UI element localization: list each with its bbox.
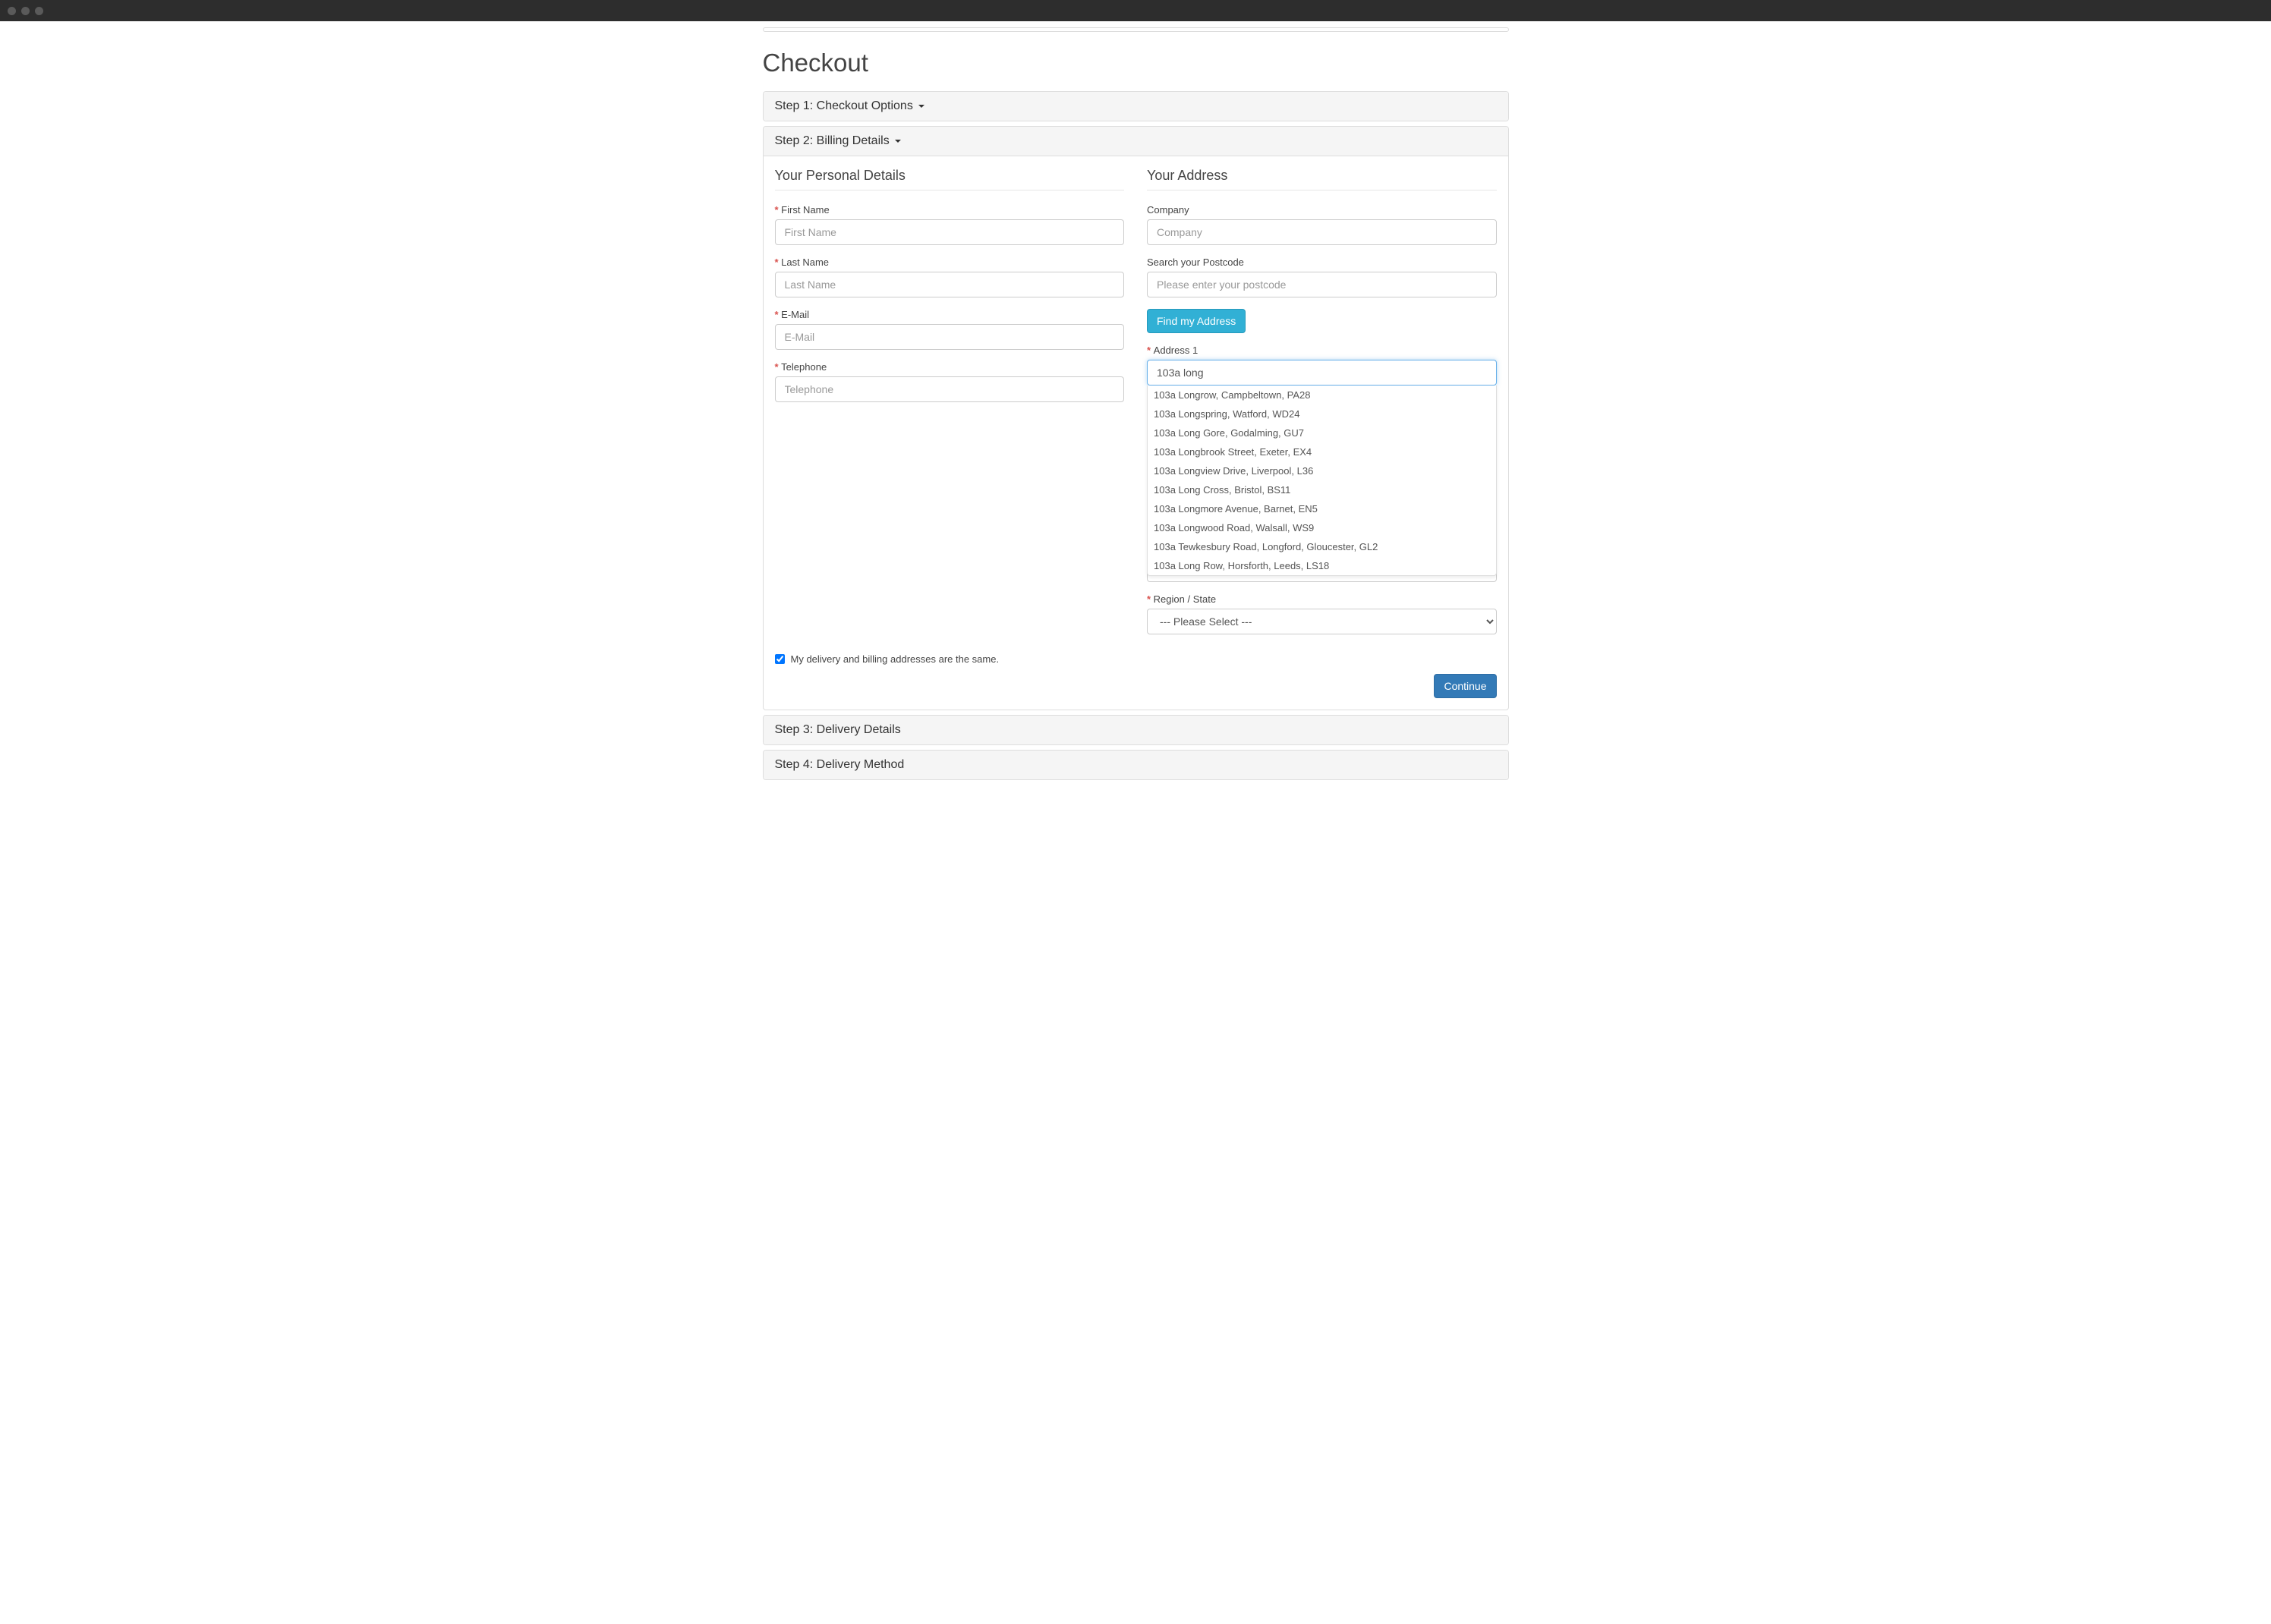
address-legend: Your Address: [1147, 168, 1497, 190]
continue-button[interactable]: Continue: [1434, 674, 1496, 698]
telephone-label: Telephone: [775, 361, 1125, 373]
autocomplete-item[interactable]: 103a Longview Drive, Liverpool, L36: [1148, 461, 1496, 480]
page-title: Checkout: [763, 49, 1509, 77]
step-2-label: Step 2: Billing Details: [775, 134, 890, 147]
region-select[interactable]: --- Please Select ---: [1147, 609, 1497, 634]
step-1-heading[interactable]: Step 1: Checkout Options: [764, 92, 1508, 121]
step-2-panel: Step 2: Billing Details Your Personal De…: [763, 126, 1509, 710]
same-address-label: My delivery and billing addresses are th…: [791, 653, 1000, 665]
step-3-label: Step 3: Delivery Details: [775, 723, 901, 736]
autocomplete-item[interactable]: 103a Longrow, Campbeltown, PA28: [1148, 386, 1496, 404]
step-1-label: Step 1: Checkout Options: [775, 99, 913, 112]
window-titlebar: [0, 0, 2271, 21]
autocomplete-item[interactable]: 103a Long Row, Horsforth, Leeds, LS18: [1148, 556, 1496, 575]
personal-details-legend: Your Personal Details: [775, 168, 1125, 190]
company-label: Company: [1147, 204, 1497, 216]
chevron-down-icon: [918, 105, 924, 108]
first-name-label: First Name: [775, 204, 1125, 216]
address-autocomplete: 103a Longrow, Campbeltown, PA28103a Long…: [1147, 386, 1497, 576]
postcode-search-label: Search your Postcode: [1147, 257, 1497, 268]
first-name-input[interactable]: [775, 219, 1125, 245]
autocomplete-item[interactable]: 103a Long Cross, Bristol, BS11: [1148, 480, 1496, 499]
step-1-panel: Step 1: Checkout Options: [763, 91, 1509, 121]
last-name-label: Last Name: [775, 257, 1125, 268]
autocomplete-item[interactable]: 103a Long Gore, Godalming, GU7: [1148, 423, 1496, 442]
autocomplete-item[interactable]: 103a Longmore Avenue, Barnet, EN5: [1148, 499, 1496, 518]
autocomplete-item[interactable]: 103a Longwood Road, Walsall, WS9: [1148, 518, 1496, 537]
autocomplete-item[interactable]: 103a Longbrook Street, Exeter, EX4: [1148, 442, 1496, 461]
chevron-down-icon: [895, 140, 901, 143]
region-label: Region / State: [1147, 593, 1497, 605]
postcode-search-input[interactable]: [1147, 272, 1497, 297]
autocomplete-item[interactable]: 103a Tewkesbury Road, Longford, Gloucest…: [1148, 537, 1496, 556]
email-input[interactable]: [775, 324, 1125, 350]
telephone-input[interactable]: [775, 376, 1125, 402]
window-dot: [21, 7, 30, 15]
window-dot: [35, 7, 43, 15]
find-address-button[interactable]: Find my Address: [1147, 309, 1246, 333]
company-input[interactable]: [1147, 219, 1497, 245]
step-3-panel: Step 3: Delivery Details: [763, 715, 1509, 745]
same-address-checkbox[interactable]: [775, 654, 785, 664]
email-label: E-Mail: [775, 309, 1125, 320]
autocomplete-item[interactable]: 103a Longspring, Watford, WD24: [1148, 404, 1496, 423]
address1-input[interactable]: [1147, 360, 1497, 386]
window-dot: [8, 7, 16, 15]
last-name-input[interactable]: [775, 272, 1125, 297]
step-4-heading[interactable]: Step 4: Delivery Method: [764, 751, 1508, 779]
step-2-heading[interactable]: Step 2: Billing Details: [764, 127, 1508, 156]
step-4-panel: Step 4: Delivery Method: [763, 750, 1509, 780]
step-4-label: Step 4: Delivery Method: [775, 758, 905, 771]
step-3-heading[interactable]: Step 3: Delivery Details: [764, 716, 1508, 744]
address1-label: Address 1: [1147, 345, 1497, 356]
top-panel-sliver: [763, 27, 1509, 32]
